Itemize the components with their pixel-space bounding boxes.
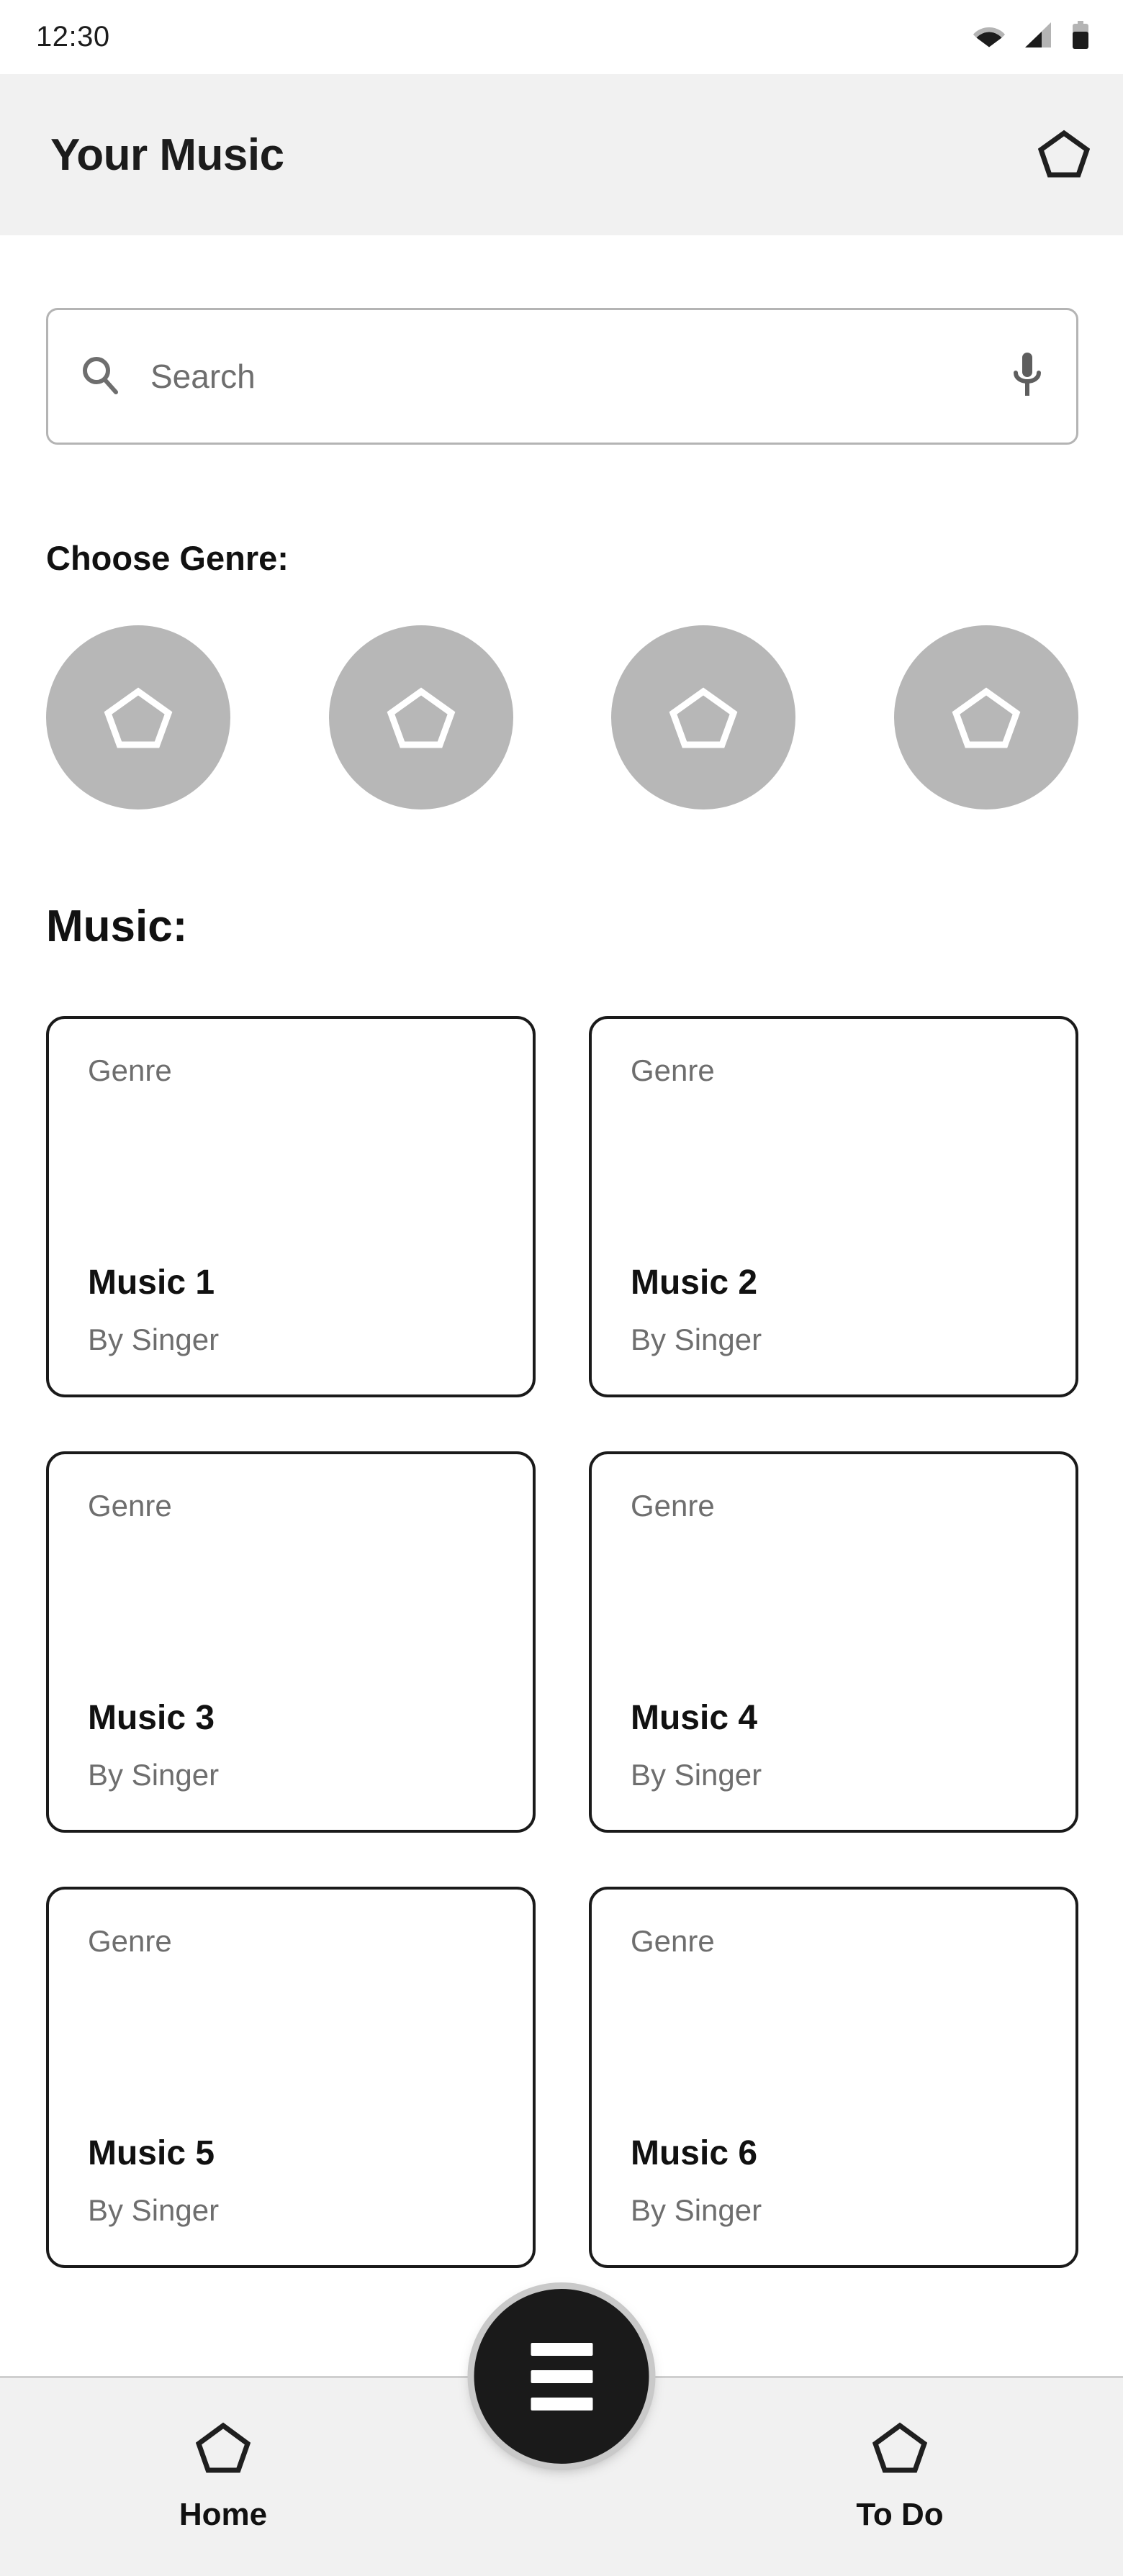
menu-fab-button[interactable] <box>474 2289 649 2464</box>
card-title: Music 4 <box>631 1699 758 1737</box>
music-heading: Music: <box>46 902 188 951</box>
music-card[interactable]: Genre Music 4 By Singer <box>589 1451 1078 1833</box>
search-input[interactable]: Search <box>46 308 1078 445</box>
pentagon-icon <box>872 2420 928 2478</box>
search-icon <box>78 353 122 400</box>
card-genre-label: Genre <box>88 1489 172 1523</box>
card-artist: By Singer <box>88 1323 220 1356</box>
card-artist: By Singer <box>631 2193 762 2227</box>
battery-icon <box>1071 21 1090 53</box>
music-card[interactable]: Genre Music 2 By Singer <box>589 1016 1078 1397</box>
genre-circle-3[interactable] <box>611 625 796 809</box>
microphone-icon[interactable] <box>1010 350 1045 404</box>
choose-genre-heading: Choose Genre: <box>46 539 289 577</box>
card-artist: By Singer <box>631 1323 762 1356</box>
music-card-grid: Genre Music 1 By Singer Genre Music 2 By… <box>46 1016 1078 2268</box>
card-title: Music 6 <box>631 2134 758 2172</box>
nav-item-to-do[interactable]: To Do <box>806 2420 993 2533</box>
hamburger-menu-icon <box>531 2342 592 2411</box>
genre-circle-1[interactable] <box>46 625 230 809</box>
app-bar: Your Music <box>0 74 1123 235</box>
search-placeholder-text: Search <box>150 358 256 395</box>
pentagon-icon[interactable] <box>1037 127 1091 183</box>
pentagon-icon <box>952 681 1021 754</box>
pentagon-icon <box>387 681 456 754</box>
card-genre-label: Genre <box>88 1924 172 1958</box>
status-bar: 12:30 <box>0 0 1123 74</box>
app-screen: 12:30 Your Music Search Choose Genre: Mu… <box>0 0 1123 2576</box>
music-card[interactable]: Genre Music 5 By Singer <box>46 1887 536 2268</box>
genre-circle-2[interactable] <box>328 625 513 809</box>
card-genre-label: Genre <box>88 1053 172 1087</box>
wifi-icon <box>973 23 1005 51</box>
cellular-signal-icon <box>1024 22 1052 52</box>
card-genre-label: Genre <box>631 1053 715 1087</box>
card-genre-label: Genre <box>631 1489 715 1523</box>
card-title: Music 2 <box>631 1264 758 1302</box>
status-icon-group <box>973 21 1090 53</box>
music-card[interactable]: Genre Music 6 By Singer <box>589 1887 1078 2268</box>
genre-circle-4[interactable] <box>893 625 1078 809</box>
pentagon-icon <box>669 681 738 754</box>
music-card[interactable]: Genre Music 3 By Singer <box>46 1451 536 1833</box>
pentagon-icon <box>104 681 173 754</box>
page-title: Your Music <box>50 130 284 180</box>
card-genre-label: Genre <box>631 1924 715 1958</box>
status-time: 12:30 <box>36 21 110 53</box>
music-card[interactable]: Genre Music 1 By Singer <box>46 1016 536 1397</box>
card-artist: By Singer <box>88 1758 220 1792</box>
card-artist: By Singer <box>631 1758 762 1792</box>
nav-item-label: Home <box>179 2497 268 2532</box>
nav-item-home[interactable]: Home <box>130 2420 317 2533</box>
card-title: Music 5 <box>88 2134 215 2172</box>
card-title: Music 1 <box>88 1264 215 1302</box>
card-artist: By Singer <box>88 2193 220 2227</box>
pentagon-icon <box>195 2420 251 2478</box>
genre-circle-row <box>46 625 1078 810</box>
nav-item-label: To Do <box>856 2497 944 2532</box>
card-title: Music 3 <box>88 1699 215 1737</box>
